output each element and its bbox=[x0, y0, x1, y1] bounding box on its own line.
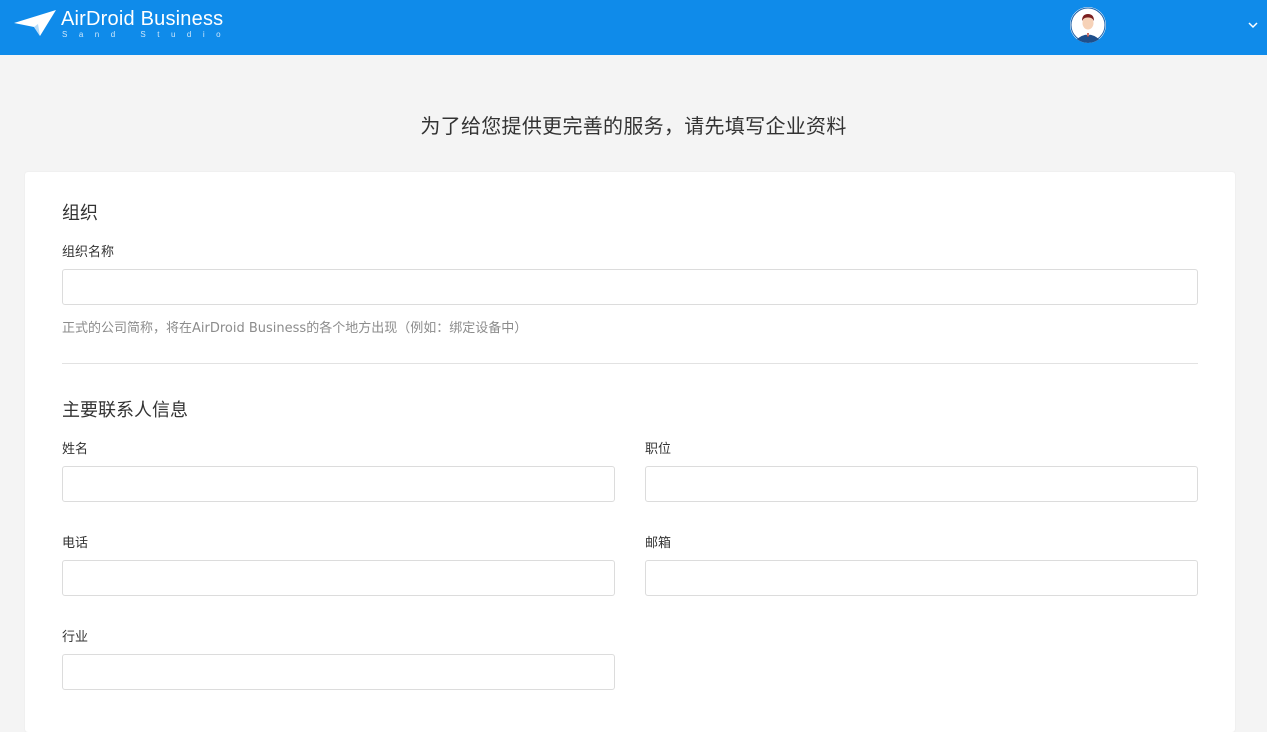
brand-subtitle: Sand Studio bbox=[62, 30, 233, 39]
page-headline: 为了给您提供更完善的服务，请先填写企业资料 bbox=[420, 114, 847, 138]
brand-logo[interactable]: AirDroid Business Sand Studio bbox=[14, 8, 232, 40]
contact-name-label: 姓名 bbox=[62, 442, 89, 457]
chevron-down-icon[interactable] bbox=[1246, 18, 1260, 32]
contact-position-label: 职位 bbox=[645, 442, 672, 457]
contact-email-input[interactable] bbox=[645, 560, 1198, 596]
contact-section-title: 主要联系人信息 bbox=[62, 400, 188, 421]
contact-phone-label: 电话 bbox=[62, 536, 89, 551]
brand-text: AirDroid Business Sand Studio bbox=[61, 8, 232, 39]
organization-name-input[interactable] bbox=[62, 269, 1198, 305]
top-bar: AirDroid Business Sand Studio bbox=[0, 0, 1267, 55]
contact-industry-label: 行业 bbox=[62, 630, 89, 645]
organization-section-title: 组织 bbox=[62, 203, 98, 224]
organization-name-hint: 正式的公司简称，将在AirDroid Business的各个地方出现（例如：绑定… bbox=[62, 321, 528, 336]
contact-name-input[interactable] bbox=[62, 466, 615, 502]
brand-name: AirDroid Business bbox=[61, 8, 224, 30]
section-divider bbox=[62, 363, 1198, 364]
contact-position-input[interactable] bbox=[645, 466, 1198, 502]
paper-plane-icon bbox=[14, 10, 56, 36]
company-info-form: 组织 组织名称 正式的公司简称，将在AirDroid Business的各个地方… bbox=[25, 172, 1235, 732]
user-avatar-icon bbox=[1070, 7, 1106, 43]
contact-phone-input[interactable] bbox=[62, 560, 615, 596]
contact-email-label: 邮箱 bbox=[645, 536, 672, 551]
organization-name-label: 组织名称 bbox=[62, 245, 115, 260]
contact-industry-input[interactable] bbox=[62, 654, 615, 690]
user-avatar[interactable] bbox=[1070, 7, 1106, 43]
